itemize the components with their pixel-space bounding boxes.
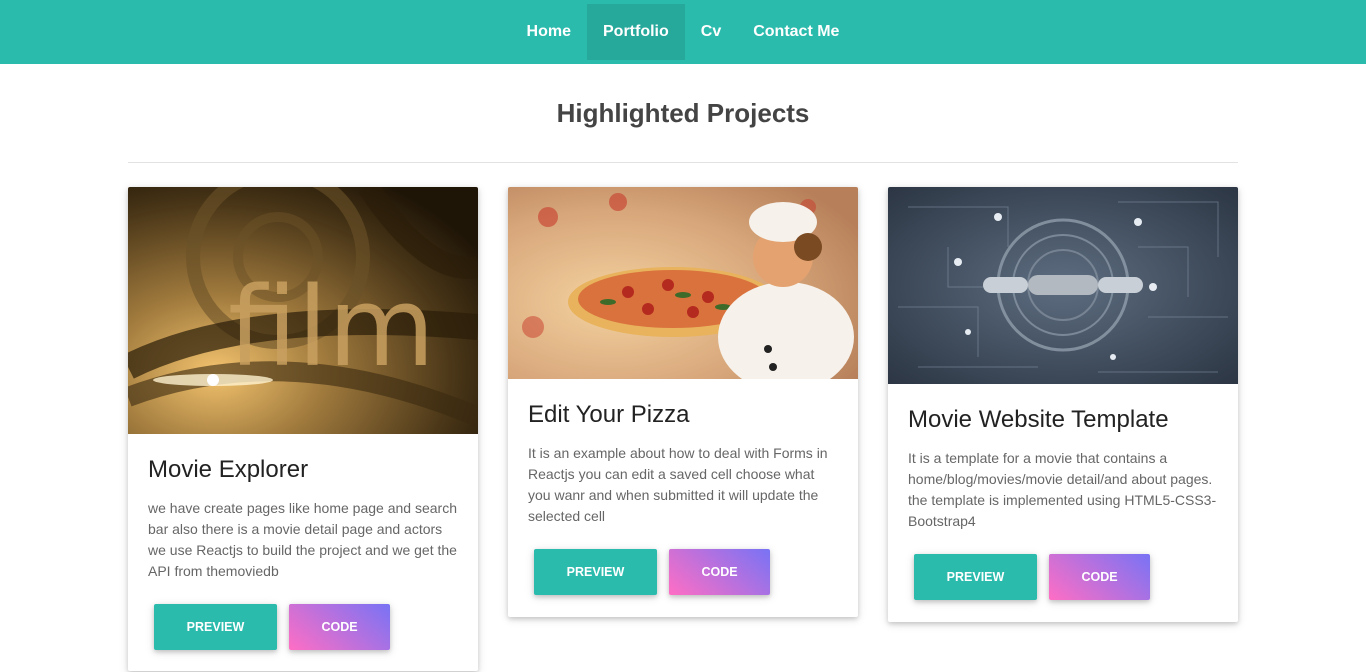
nav-cv[interactable]: Cv (685, 4, 737, 60)
project-description: It is an example about how to deal with … (528, 445, 828, 524)
project-card-movie-website-template: Movie Website Template It is a template … (888, 187, 1238, 622)
nav-portfolio[interactable]: Portfolio (587, 4, 685, 60)
project-title: Movie Website Template (908, 406, 1169, 433)
code-button[interactable]: Code (289, 604, 390, 650)
preview-button[interactable]: Preview (154, 604, 277, 650)
code-button[interactable]: Code (1049, 554, 1150, 600)
divider (128, 162, 1238, 163)
project-description: we have create pages like home page and … (148, 500, 457, 579)
code-button[interactable]: Code (669, 549, 770, 595)
navbar: Home Portfolio Cv Contact Me (0, 0, 1366, 64)
project-card-edit-your-pizza: Edit Your Pizza It is an example about h… (508, 187, 858, 617)
project-title: Edit Your Pizza (528, 401, 690, 428)
project-card-movie-explorer: film Movie Explorer we have create pages… (128, 187, 478, 671)
nav-home[interactable]: Home (511, 4, 587, 60)
preview-button[interactable]: Preview (534, 549, 657, 595)
project-image-film: film (128, 187, 478, 434)
project-image-pizza (508, 187, 858, 379)
project-image-network (888, 187, 1238, 384)
nav-contact-me[interactable]: Contact Me (737, 4, 855, 60)
project-title: Movie Explorer (148, 456, 309, 483)
film-logo-text: film (228, 263, 435, 391)
project-description: It is a template for a movie that contai… (908, 450, 1217, 529)
page-title: Highlighted Projects (556, 98, 810, 128)
preview-button[interactable]: Preview (914, 554, 1037, 600)
